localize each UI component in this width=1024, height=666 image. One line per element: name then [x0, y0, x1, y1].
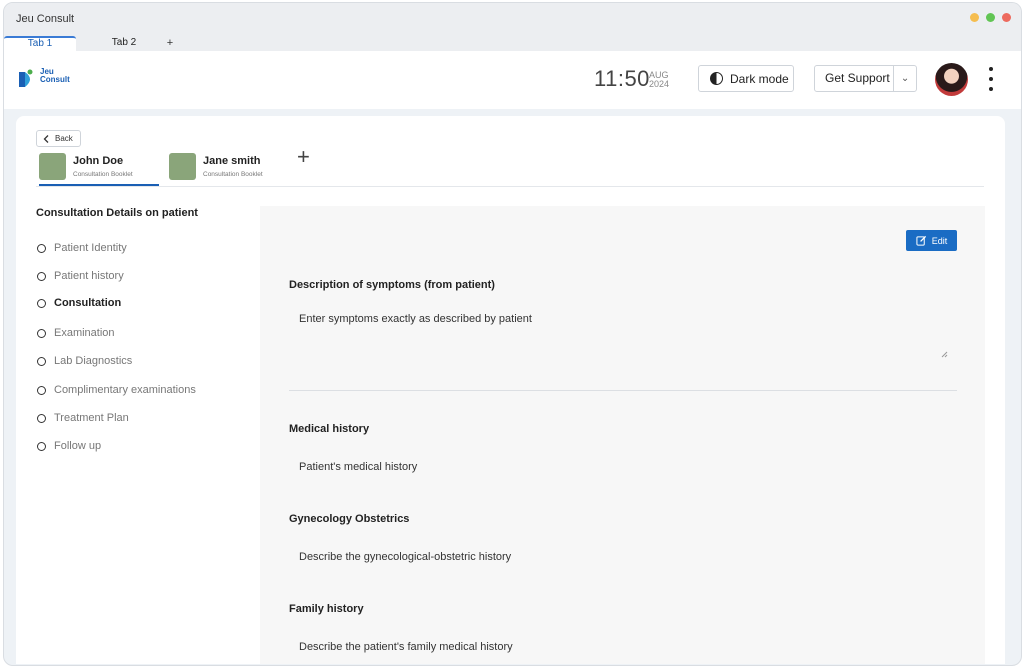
step-label: Consultation — [54, 297, 122, 309]
edit-label: Edit — [931, 235, 948, 246]
step-radio-icon — [37, 413, 46, 423]
title-bar: Jeu Consult — [4, 3, 1021, 34]
step-label: Lab Diagnostics — [54, 355, 133, 367]
family-history-field[interactable]: Describe the patient's family medical hi… — [299, 641, 513, 653]
consultation-form-panel: Edit Description of symptoms (from patie… — [260, 206, 985, 664]
add-patient-button[interactable]: + — [297, 144, 310, 170]
get-support-split-button[interactable]: Get Support ⌄ — [814, 65, 917, 92]
symptoms-label: Description of symptoms (from patient) — [289, 279, 495, 291]
patient-name: Jane smith — [203, 155, 261, 167]
step-patient-identity[interactable]: Patient Identity — [37, 242, 127, 254]
contrast-icon — [710, 72, 723, 85]
browser-tab-1[interactable]: Tab 1 — [4, 36, 76, 51]
patient-tab-john-doe[interactable]: John Doe Consultation Booklet — [39, 152, 159, 186]
new-tab-button[interactable]: + — [160, 36, 180, 51]
minimize-button[interactable] — [970, 13, 979, 22]
chevron-left-icon — [43, 134, 49, 143]
maximize-button[interactable] — [986, 13, 995, 22]
medical-history-label: Medical history — [289, 423, 370, 435]
clock-date: AUG 2024 — [649, 71, 669, 89]
app-header: Jeu Consult 11:50 AUG 2024 Dark mode Get… — [4, 51, 1021, 109]
sidebar-title: Consultation Details on patient — [36, 207, 198, 219]
step-label: Treatment Plan — [54, 412, 129, 424]
patient-subtitle: Consultation Booklet — [203, 171, 263, 178]
section-divider — [289, 390, 957, 391]
browser-tab-bar: Tab 1 Tab 2 + — [4, 34, 1021, 51]
step-radio-icon — [37, 271, 46, 281]
family-history-label: Family history — [289, 603, 364, 615]
step-radio-icon — [37, 298, 46, 308]
patient-name: John Doe — [73, 155, 124, 167]
dark-mode-button[interactable]: Dark mode — [698, 65, 794, 92]
window-title: Jeu Consult — [16, 12, 75, 25]
edit-icon — [916, 235, 926, 246]
main-content: Back John Doe Consultation Booklet Jane … — [16, 116, 1005, 664]
gynecology-obstetrics-field[interactable]: Describe the gynecological-obstetric his… — [299, 551, 511, 563]
patient-tab-jane-smith[interactable]: Jane smith Consultation Booklet — [169, 152, 279, 186]
get-support-label[interactable]: Get Support — [815, 66, 895, 91]
jeu-consult-logo[interactable]: Jeu Consult — [19, 67, 79, 91]
resize-handle-icon[interactable] — [941, 351, 948, 358]
step-complimentary-examinations[interactable]: Complimentary examinations — [37, 384, 196, 396]
step-label: Patient Identity — [54, 242, 127, 254]
symptoms-textarea[interactable]: Enter symptoms exactly as described by p… — [299, 313, 532, 325]
window-controls — [970, 13, 1011, 22]
step-label: Patient history — [54, 270, 124, 282]
gynecology-obstetrics-label: Gynecology Obstetrics — [289, 513, 410, 525]
back-label: Back — [55, 134, 73, 143]
step-lab-diagnostics[interactable]: Lab Diagnostics — [37, 355, 132, 367]
back-button[interactable]: Back — [36, 130, 81, 147]
dark-mode-label: Dark mode — [730, 71, 789, 86]
step-consultation[interactable]: Consultation — [37, 297, 121, 309]
logo-text-line2: Consult — [40, 75, 70, 84]
chevron-down-icon[interactable]: ⌄ — [894, 73, 916, 84]
clock-year: 2024 — [649, 79, 670, 89]
more-options-icon[interactable] — [988, 67, 994, 91]
clock-time: 11:50 — [594, 66, 650, 91]
step-label: Examination — [54, 327, 115, 339]
patient-thumbnail — [39, 153, 66, 180]
step-radio-icon — [37, 356, 46, 366]
edit-button[interactable]: Edit — [906, 230, 957, 251]
step-patient-history[interactable]: Patient history — [37, 270, 124, 282]
user-avatar[interactable] — [935, 63, 968, 96]
step-label: Complimentary examinations — [54, 384, 196, 396]
step-examination[interactable]: Examination — [37, 327, 115, 339]
step-radio-icon — [37, 328, 46, 338]
step-radio-icon — [37, 441, 46, 451]
step-label: Follow up — [54, 440, 102, 452]
step-radio-icon — [37, 243, 46, 253]
patient-thumbnail — [169, 153, 196, 180]
patient-subtitle: Consultation Booklet — [73, 171, 133, 178]
tab-divider — [36, 186, 984, 187]
logo-mark-icon — [19, 69, 33, 87]
step-radio-icon — [37, 385, 46, 395]
close-button[interactable] — [1002, 13, 1011, 22]
browser-tab-2[interactable]: Tab 2 — [88, 36, 160, 51]
medical-history-field[interactable]: Patient's medical history — [299, 461, 417, 473]
step-follow-up[interactable]: Follow up — [37, 440, 101, 452]
step-treatment-plan[interactable]: Treatment Plan — [37, 412, 129, 424]
